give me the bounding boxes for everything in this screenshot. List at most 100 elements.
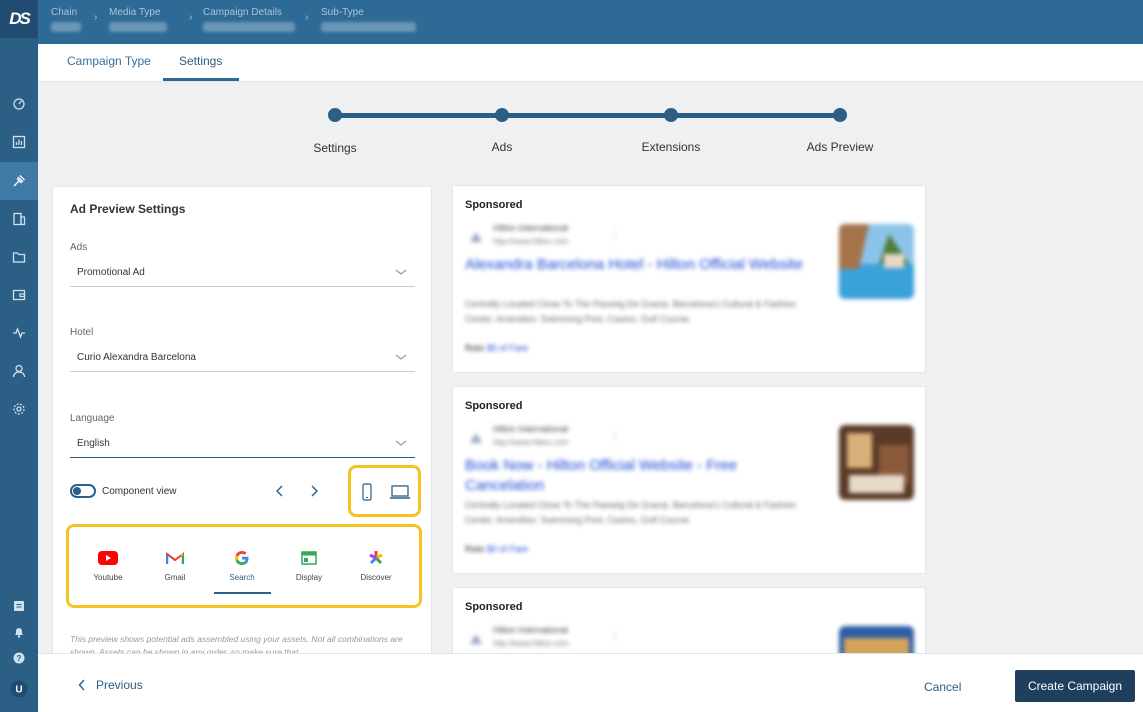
ad-headline[interactable]: Book Now - Hilton Official Website - Fre… bbox=[465, 456, 805, 496]
breadcrumb-campaign-details[interactable]: Campaign Details bbox=[203, 7, 295, 32]
language-select[interactable]: English bbox=[70, 432, 415, 458]
more-options-icon[interactable]: ⋮ bbox=[611, 631, 620, 642]
tab-campaign-type[interactable]: Campaign Type bbox=[67, 54, 151, 68]
component-view-toggle[interactable] bbox=[70, 484, 96, 498]
active-channel-indicator bbox=[214, 592, 271, 594]
advertiser-name: Hilton International bbox=[493, 223, 569, 233]
tab-bar: Campaign Type Settings bbox=[38, 44, 1143, 82]
component-view-label: Component view bbox=[102, 486, 177, 497]
step-dot-settings[interactable] bbox=[328, 108, 342, 122]
advertiser-icon bbox=[470, 232, 482, 242]
ad-rate: Rate $0 of Fare bbox=[465, 343, 528, 353]
breadcrumb-value-redacted bbox=[109, 22, 167, 32]
step-label-ads: Ads bbox=[491, 140, 513, 154]
sponsored-label: Sponsored bbox=[465, 400, 523, 412]
previous-button[interactable]: Previous bbox=[78, 678, 143, 692]
discover-icon bbox=[369, 551, 383, 565]
sidebar-wallet-icon[interactable] bbox=[0, 276, 38, 314]
display-icon bbox=[301, 551, 317, 565]
step-dot-extensions[interactable] bbox=[664, 108, 678, 122]
breadcrumb-chain[interactable]: Chain bbox=[51, 7, 81, 32]
breadcrumb-value-redacted bbox=[203, 22, 295, 32]
step-label-ads-preview: Ads Preview bbox=[806, 140, 874, 154]
breadcrumb-label: Chain bbox=[51, 7, 78, 18]
channel-label: Gmail bbox=[164, 573, 186, 582]
next-ad-button[interactable] bbox=[306, 483, 322, 499]
mobile-view-button[interactable] bbox=[357, 483, 377, 501]
sidebar-folder-icon[interactable] bbox=[0, 238, 38, 276]
ad-rate: Rate $0 of Fare bbox=[465, 544, 528, 554]
sidebar-hotels-icon[interactable] bbox=[0, 200, 38, 238]
active-tab-indicator bbox=[163, 78, 239, 81]
pool-image bbox=[839, 224, 914, 299]
sidebar-settings-icon[interactable] bbox=[0, 390, 38, 428]
chevron-down-icon bbox=[395, 269, 407, 275]
panel-title: Ad Preview Settings bbox=[70, 202, 186, 216]
svg-text:U: U bbox=[15, 685, 22, 696]
ad-preview-settings-panel: Ad Preview Settings Ads Promotional Ad H… bbox=[52, 186, 432, 666]
sidebar-campaigns-icon[interactable] bbox=[0, 162, 38, 200]
breadcrumb-value-redacted bbox=[321, 22, 416, 32]
create-campaign-button[interactable]: Create Campaign bbox=[1015, 670, 1135, 702]
svg-text:?: ? bbox=[17, 654, 22, 663]
stepper-track bbox=[336, 113, 840, 118]
sidebar-user-icon[interactable] bbox=[0, 352, 38, 390]
channel-search[interactable]: Search bbox=[214, 549, 270, 582]
ads-select[interactable]: Promotional Ad bbox=[70, 261, 415, 287]
breadcrumb-sub-type[interactable]: Sub-Type bbox=[321, 7, 416, 32]
previous-label: Previous bbox=[96, 678, 143, 692]
breadcrumb-separator-icon: › bbox=[305, 12, 309, 23]
advertiser-name: Hilton International bbox=[493, 424, 569, 434]
previous-ad-button[interactable] bbox=[272, 483, 288, 499]
ad-preview-card: Sponsored Hilton International http://ww… bbox=[452, 386, 926, 574]
sponsored-label: Sponsored bbox=[465, 601, 523, 613]
cancel-button[interactable]: Cancel bbox=[924, 680, 961, 694]
gmail-icon bbox=[166, 552, 184, 564]
room-image bbox=[839, 425, 914, 500]
channel-label: Display bbox=[295, 573, 323, 582]
hotel-select-value: Curio Alexandra Barcelona bbox=[77, 352, 196, 363]
app-logo[interactable]: DS bbox=[0, 0, 38, 38]
breadcrumb-label: Media Type bbox=[109, 7, 161, 18]
channel-youtube[interactable]: Youtube bbox=[80, 549, 136, 582]
breadcrumb-value-redacted bbox=[51, 22, 81, 32]
more-options-icon[interactable]: ⋮ bbox=[611, 430, 620, 441]
advertiser-name: Hilton International bbox=[493, 625, 569, 635]
desktop-view-button[interactable] bbox=[389, 483, 411, 501]
toggle-knob bbox=[73, 487, 81, 495]
rate-label: Rate bbox=[465, 544, 485, 554]
channel-display[interactable]: Display bbox=[281, 549, 337, 582]
google-icon bbox=[235, 551, 249, 565]
rate-value[interactable]: $0 of Fare bbox=[487, 343, 528, 353]
breadcrumb-separator-icon: › bbox=[189, 12, 193, 23]
ads-field-label: Ads bbox=[70, 242, 88, 253]
rate-label: Rate bbox=[465, 343, 485, 353]
ad-description: Centrally Located Close To The Passeig D… bbox=[465, 500, 797, 525]
advertiser-url: http://www.hilton.com bbox=[493, 639, 569, 648]
more-options-icon[interactable]: ⋮ bbox=[611, 229, 620, 240]
step-dot-ads[interactable] bbox=[495, 108, 509, 122]
hotel-select[interactable]: Curio Alexandra Barcelona bbox=[70, 346, 415, 372]
user-avatar[interactable]: U bbox=[0, 670, 38, 708]
tab-settings[interactable]: Settings bbox=[179, 54, 222, 68]
channel-gmail[interactable]: Gmail bbox=[147, 549, 203, 582]
channel-discover[interactable]: Discover bbox=[348, 549, 404, 582]
breadcrumb-label: Sub-Type bbox=[321, 7, 364, 18]
breadcrumb-media-type[interactable]: Media Type bbox=[109, 7, 167, 32]
chevron-right-icon bbox=[311, 485, 318, 497]
sidebar-activity-icon[interactable] bbox=[0, 314, 38, 352]
step-dot-ads-preview[interactable] bbox=[833, 108, 847, 122]
step-label-extensions: Extensions bbox=[641, 140, 701, 154]
channel-label: Youtube bbox=[93, 573, 123, 582]
rate-value[interactable]: $0 of Fare bbox=[487, 544, 528, 554]
advertiser-url: http://www.hilton.com bbox=[493, 237, 569, 246]
hotel-field-label: Hotel bbox=[70, 327, 94, 338]
advertiser-icon bbox=[470, 433, 482, 443]
ads-select-value: Promotional Ad bbox=[77, 267, 145, 278]
ad-preview-card: Sponsored Hilton International http://ww… bbox=[452, 185, 926, 373]
language-field-label: Language bbox=[70, 413, 115, 424]
sidebar-reports-icon[interactable] bbox=[0, 123, 38, 161]
sidebar-dashboard-icon[interactable] bbox=[0, 84, 38, 122]
ad-headline[interactable]: Alexandra Barcelona Hotel - Hilton Offic… bbox=[465, 255, 805, 275]
chevron-down-icon bbox=[395, 440, 407, 446]
